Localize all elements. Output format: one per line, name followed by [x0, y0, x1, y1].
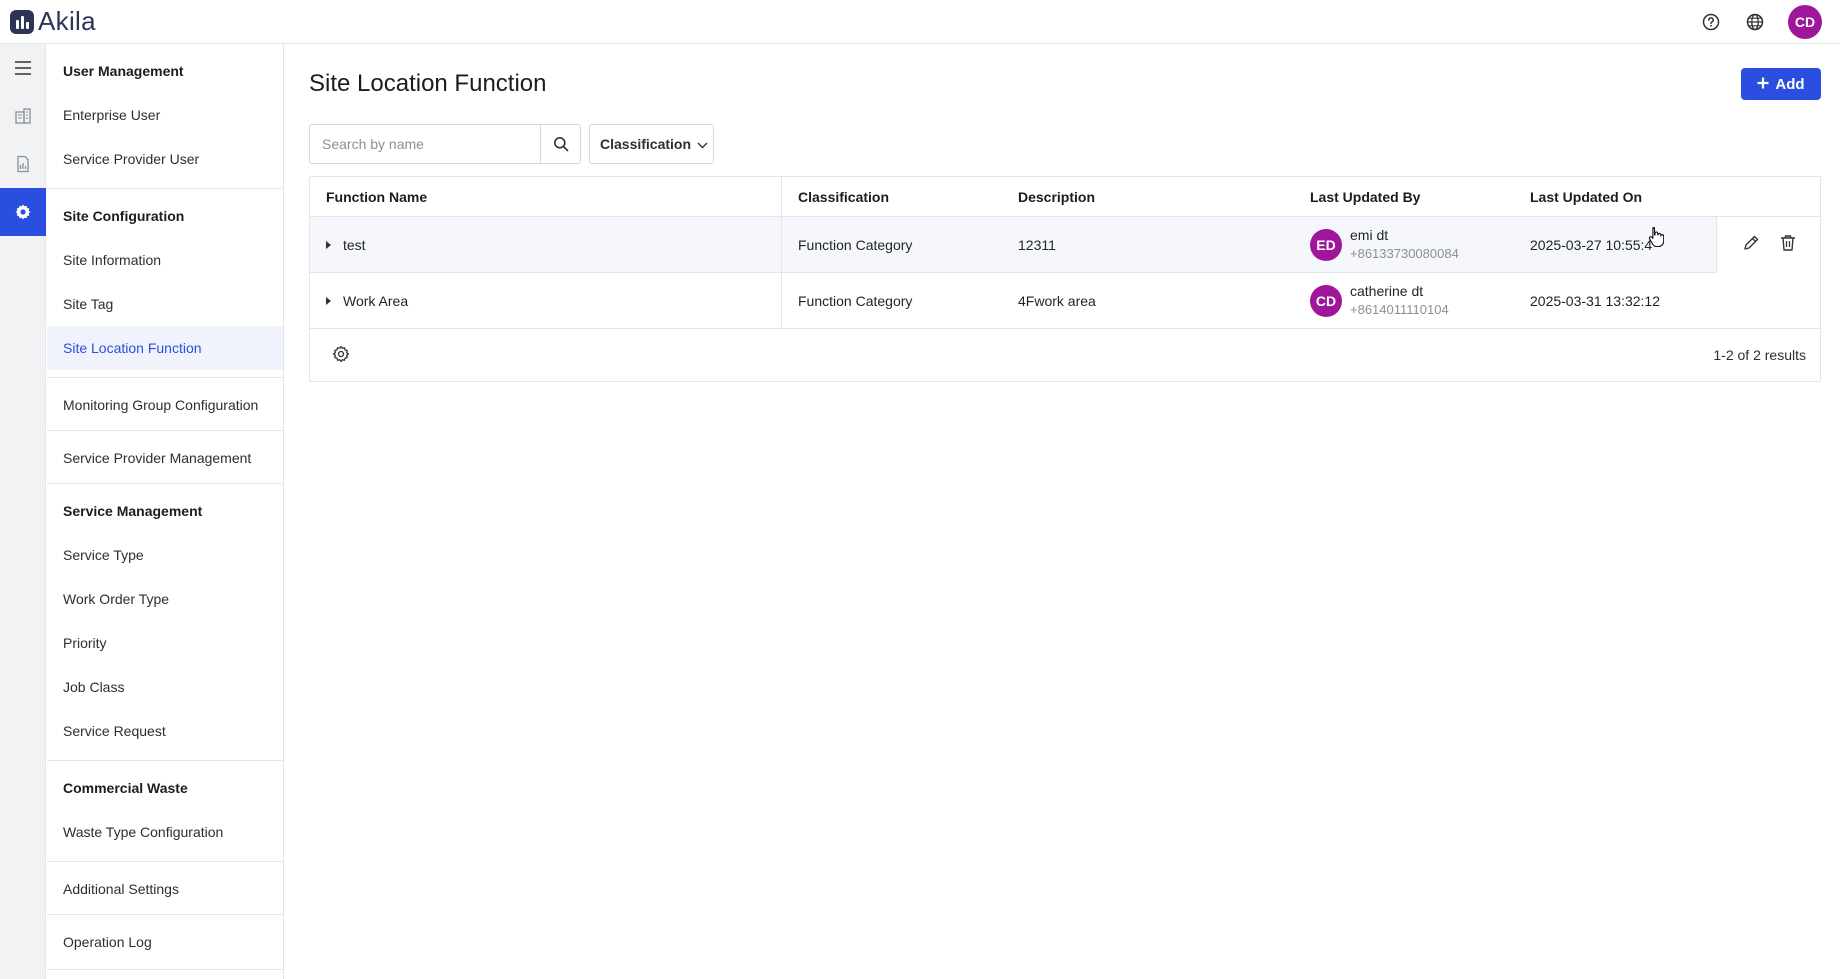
updated-by-phone: +86133730080084	[1350, 246, 1459, 261]
row-actions	[1716, 217, 1820, 273]
add-button[interactable]: Add	[1741, 68, 1821, 100]
akila-logo[interactable]: Akila	[10, 6, 96, 37]
brand-name: Akila	[38, 6, 96, 36]
table-header: Function Name Classification Description…	[310, 177, 1820, 217]
table-row[interactable]: test Function Category 12311 ED emi dt +…	[310, 217, 1820, 273]
sidebar-item-enterprise-user[interactable]: Enterprise User	[47, 93, 283, 137]
sidebar-item-service-request[interactable]: Service Request	[47, 709, 283, 753]
expand-caret-icon[interactable]	[326, 241, 331, 249]
results-count: 1-2 of 2 results	[1713, 347, 1806, 363]
updated-on-cell: 2025-03-27 10:55:4	[1530, 237, 1653, 253]
edit-icon[interactable]	[1742, 234, 1760, 257]
classification-filter[interactable]: Classification	[589, 124, 714, 164]
top-bar: Akila CD	[0, 0, 1840, 44]
sidebar-divider	[47, 969, 283, 970]
expand-caret-icon[interactable]	[326, 297, 331, 305]
sidebar-item-service-provider-user[interactable]: Service Provider User	[47, 137, 283, 181]
menu-icon[interactable]	[0, 44, 46, 92]
delete-icon[interactable]	[1780, 234, 1796, 257]
sidebar-item-service-provider-management[interactable]: Service Provider Management	[47, 436, 283, 480]
building-icon[interactable]	[0, 92, 46, 140]
function-name: Work Area	[343, 293, 409, 309]
sidebar-divider	[47, 483, 283, 484]
sidebar-heading-site-configuration: Site Configuration	[63, 208, 185, 224]
settings-icon[interactable]	[0, 188, 46, 236]
sidebar-item-site-location-function[interactable]: Site Location Function	[47, 326, 283, 370]
updated-by-phone: +8614011110104	[1350, 302, 1449, 317]
search-input[interactable]	[310, 125, 541, 163]
classification-cell: Function Category	[798, 237, 913, 253]
updated-by-name: catherine dt	[1350, 283, 1424, 299]
column-header-last-updated-on[interactable]: Last Updated On	[1530, 177, 1642, 217]
user-avatar[interactable]: CD	[1788, 5, 1822, 39]
report-icon[interactable]	[0, 140, 46, 188]
description-cell: 4Fwork area	[1018, 293, 1096, 309]
classification-filter-label: Classification	[600, 136, 692, 152]
function-table: Function Name Classification Description…	[309, 176, 1821, 382]
sidebar-item-priority[interactable]: Priority	[47, 621, 283, 665]
updated-on-cell: 2025-03-31 13:32:12	[1530, 293, 1660, 309]
plus-icon	[1757, 76, 1769, 93]
globe-icon[interactable]	[1744, 11, 1766, 33]
sidebar-item-site-information[interactable]: Site Information	[47, 238, 283, 282]
sidebar-item-monitoring-group-configuration[interactable]: Monitoring Group Configuration	[47, 383, 283, 427]
search-icon[interactable]	[540, 125, 580, 163]
table-footer: 1-2 of 2 results	[310, 329, 1820, 381]
description-cell: 12311	[1018, 237, 1056, 253]
updated-by-name: emi dt	[1350, 227, 1389, 243]
sidebar-divider	[47, 430, 283, 431]
settings-sidebar: User Management Enterprise User Service …	[47, 44, 284, 979]
classification-cell: Function Category	[798, 293, 913, 309]
sidebar-divider	[47, 914, 283, 915]
logo-mark-icon	[10, 9, 34, 34]
column-header-classification[interactable]: Classification	[798, 177, 889, 217]
avatar: ED	[1310, 229, 1342, 261]
column-header-description[interactable]: Description	[1018, 177, 1095, 217]
sidebar-divider	[47, 377, 283, 378]
search-box	[309, 124, 581, 164]
function-name-cell[interactable]: Work Area	[326, 273, 408, 329]
function-name-cell[interactable]: test	[326, 217, 366, 273]
updated-by-cell: ED emi dt +86133730080084	[1310, 217, 1459, 273]
sidebar-item-additional-settings[interactable]: Additional Settings	[47, 867, 283, 911]
sidebar-item-job-class[interactable]: Job Class	[47, 665, 283, 709]
sidebar-item-waste-type-configuration[interactable]: Waste Type Configuration	[47, 810, 283, 854]
chevron-down-icon	[697, 136, 708, 152]
table-row[interactable]: Work Area Function Category 4Fwork area …	[310, 273, 1820, 329]
add-button-label: Add	[1775, 75, 1805, 93]
sidebar-heading-user-management: User Management	[63, 63, 184, 79]
updated-by-cell: CD catherine dt +8614011110104	[1310, 273, 1449, 329]
sidebar-item-work-order-type[interactable]: Work Order Type	[47, 577, 283, 621]
sidebar-divider	[47, 861, 283, 862]
sidebar-heading-commercial-waste: Commercial Waste	[63, 780, 188, 796]
column-divider	[781, 177, 782, 329]
sidebar-divider	[47, 760, 283, 761]
sidebar-item-operation-log[interactable]: Operation Log	[47, 920, 283, 964]
sidebar-item-service-type[interactable]: Service Type	[47, 533, 283, 577]
sidebar-heading-service-management: Service Management	[63, 503, 203, 519]
sidebar-divider	[47, 188, 283, 189]
gear-icon[interactable]	[332, 345, 350, 368]
icon-rail	[0, 44, 46, 979]
sidebar-item-site-tag[interactable]: Site Tag	[47, 282, 283, 326]
column-header-function-name[interactable]: Function Name	[326, 177, 427, 217]
avatar: CD	[1310, 285, 1342, 317]
function-name: test	[343, 237, 366, 253]
column-header-last-updated-by[interactable]: Last Updated By	[1310, 177, 1420, 217]
help-circle-icon[interactable]	[1700, 11, 1722, 33]
page-title: Site Location Function	[309, 70, 547, 97]
hand-cursor-icon	[1648, 226, 1665, 253]
